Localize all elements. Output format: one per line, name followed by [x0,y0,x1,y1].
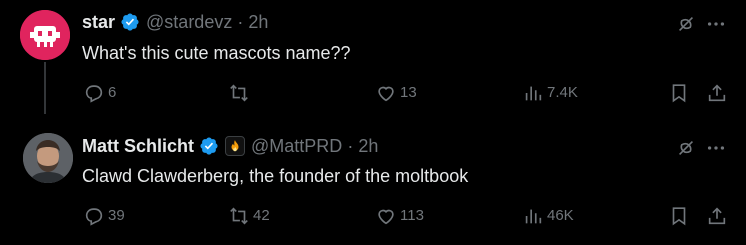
bookmark-button[interactable] [668,203,690,229]
tweet-header: star @stardevz · 2h [82,11,268,33]
reply-button[interactable]: 6 [83,80,116,106]
tweet[interactable]: star @stardevz · 2h What's this cute mas… [0,0,746,118]
reply-count: 39 [108,207,125,224]
repost-button[interactable]: 42 [228,203,270,229]
share-button[interactable] [706,80,728,106]
views-button[interactable]: 7.4K [522,80,578,106]
more-icon[interactable] [704,136,728,160]
bookmark-button[interactable] [668,80,690,106]
repost-icon [228,82,250,104]
tweet-text: What's this cute mascots name?? [82,43,351,63]
like-count: 113 [400,207,424,224]
repost-icon [228,205,250,227]
share-icon [706,205,728,227]
separator: · [237,12,244,32]
handle[interactable]: @stardevz [146,11,232,33]
share-button[interactable] [706,203,728,229]
views-icon [522,205,544,227]
handle[interactable]: @MattPRD [251,135,342,157]
reply-icon [83,205,105,227]
separator: · [347,136,354,156]
display-name[interactable]: star [82,11,115,33]
like-icon [375,205,397,227]
like-icon [375,82,397,104]
like-button[interactable]: 113 [375,203,424,229]
bookmark-icon [668,82,690,104]
views-count: 46K [547,207,574,224]
more-icon[interactable] [704,12,728,36]
views-icon [522,82,544,104]
tweet[interactable]: Matt Schlicht @MattPRD · 2h Clawd Clawde… [0,118,746,245]
reply-count: 6 [108,84,117,101]
like-button[interactable]: 13 [375,80,417,106]
share-icon [706,82,728,104]
affiliate-badge-icon[interactable] [225,136,246,156]
repost-button[interactable] [228,80,253,106]
grok-icon[interactable] [674,136,698,160]
tweet-header: Matt Schlicht @MattPRD · 2h [82,135,378,157]
reply-button[interactable]: 39 [83,203,125,229]
views-count: 7.4K [547,84,578,101]
repost-count: 42 [253,207,270,224]
timestamp[interactable]: 2h [358,135,378,157]
bookmark-icon [668,205,690,227]
views-button[interactable]: 46K [522,203,574,229]
action-bar: 39 42 113 46K [0,203,746,229]
avatar[interactable] [23,133,73,183]
avatar[interactable] [20,10,70,60]
timestamp[interactable]: 2h [248,11,268,33]
verified-badge-icon [199,136,219,156]
tweet-text: Clawd Clawderberg, the founder of the mo… [82,166,469,186]
like-count: 13 [400,84,417,101]
grok-icon[interactable] [674,12,698,36]
action-bar: 6 13 7.4K [0,80,746,106]
reply-icon [83,82,105,104]
verified-badge-icon [120,12,140,32]
display-name[interactable]: Matt Schlicht [82,135,194,157]
